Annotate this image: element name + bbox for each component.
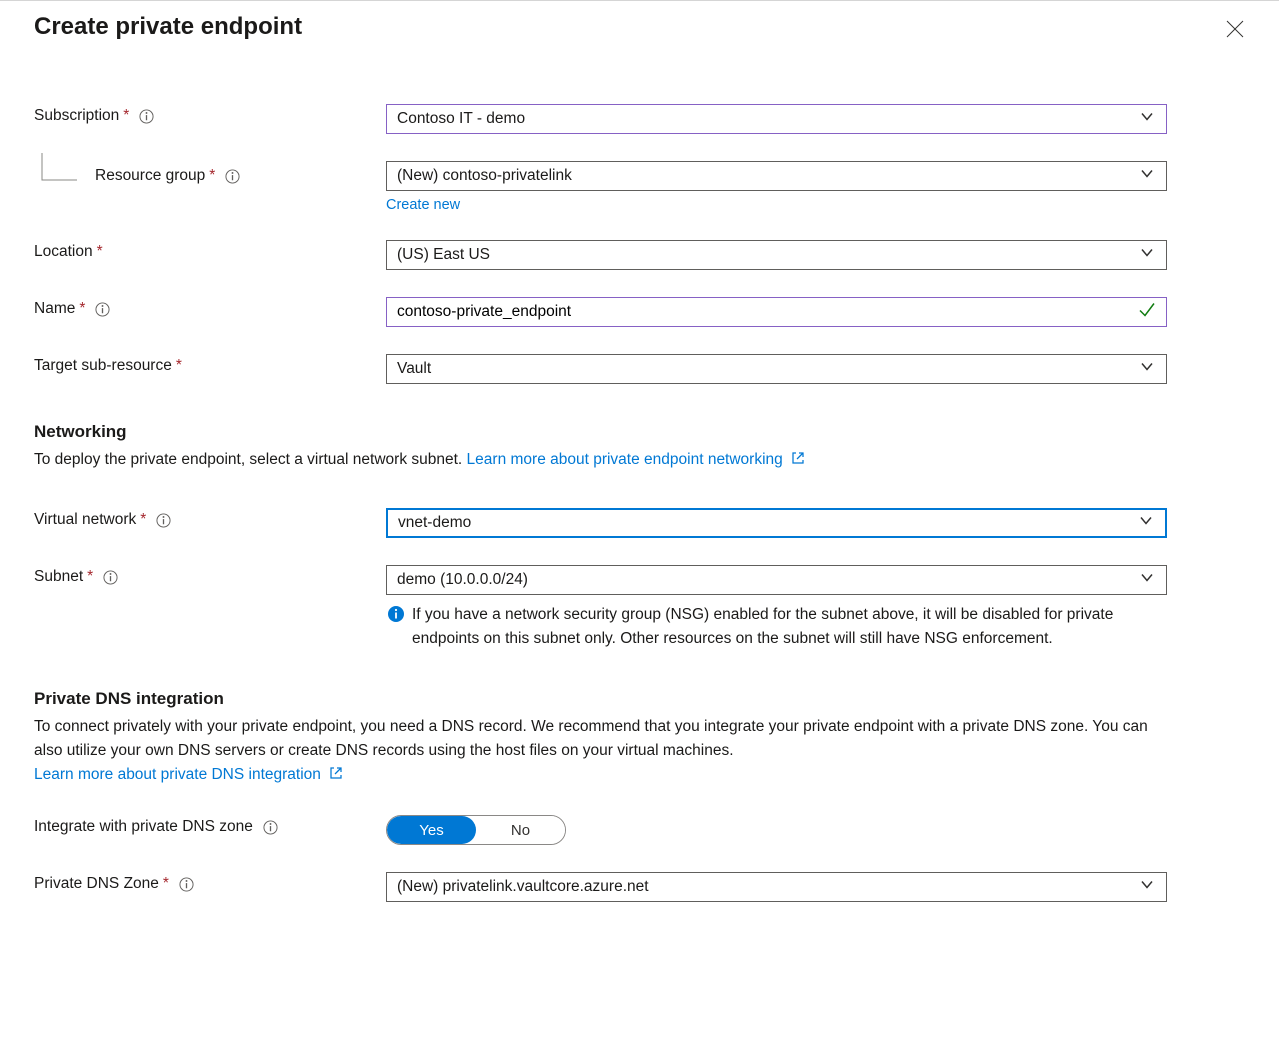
name-field[interactable]: [397, 303, 1156, 321]
info-circle-icon: [386, 606, 406, 651]
close-button[interactable]: [1221, 15, 1249, 43]
info-icon[interactable]: [156, 513, 171, 528]
networking-description: To deploy the private endpoint, select a…: [34, 448, 1279, 472]
name-label: Name: [34, 297, 75, 321]
toggle-yes[interactable]: Yes: [387, 816, 476, 844]
info-icon[interactable]: [225, 169, 240, 184]
subnet-select[interactable]: demo (10.0.0.0/24): [386, 565, 1167, 595]
chevron-down-icon: [1140, 878, 1154, 897]
chevron-down-icon: [1139, 514, 1153, 533]
subnet-label: Subnet: [34, 565, 83, 589]
tree-elbow-icon: [39, 161, 95, 191]
name-input[interactable]: [386, 297, 1167, 327]
virtual-network-select[interactable]: vnet-demo: [386, 508, 1167, 538]
virtual-network-value: vnet-demo: [398, 514, 471, 532]
required-marker: *: [97, 240, 103, 264]
resource-group-value: (New) contoso-privatelink: [397, 167, 572, 185]
external-link-icon: [329, 766, 343, 780]
networking-learn-more-link[interactable]: Learn more about private endpoint networ…: [467, 451, 806, 468]
subscription-value: Contoso IT - demo: [397, 110, 525, 128]
chevron-down-icon: [1140, 360, 1154, 379]
networking-desc-text: To deploy the private endpoint, select a…: [34, 451, 467, 468]
chevron-down-icon: [1140, 167, 1154, 186]
required-marker: *: [176, 354, 182, 378]
resource-group-select[interactable]: (New) contoso-privatelink: [386, 161, 1167, 191]
nsg-info-message: If you have a network security group (NS…: [412, 603, 1167, 651]
info-icon[interactable]: [95, 302, 110, 317]
dns-zone-label: Private DNS Zone: [34, 872, 159, 896]
required-marker: *: [123, 104, 129, 128]
integrate-dns-toggle[interactable]: Yes No: [386, 815, 566, 845]
subnet-value: demo (10.0.0.0/24): [397, 571, 528, 589]
target-sub-resource-select[interactable]: Vault: [386, 354, 1167, 384]
page-title: Create private endpoint: [34, 13, 1229, 41]
required-marker: *: [87, 565, 93, 589]
dns-learn-more-link[interactable]: Learn more about private DNS integration: [34, 766, 343, 783]
dns-heading: Private DNS integration: [34, 689, 1279, 709]
required-marker: *: [140, 508, 146, 532]
virtual-network-label: Virtual network: [34, 508, 136, 532]
location-value: (US) East US: [397, 246, 490, 264]
dns-desc-text: To connect privately with your private e…: [34, 718, 1148, 759]
info-icon[interactable]: [103, 570, 118, 585]
info-icon[interactable]: [179, 877, 194, 892]
location-select[interactable]: (US) East US: [386, 240, 1167, 270]
integrate-dns-label: Integrate with private DNS zone: [34, 815, 253, 839]
close-icon: [1226, 20, 1244, 38]
networking-heading: Networking: [34, 422, 1279, 442]
dns-zone-value: (New) privatelink.vaultcore.azure.net: [397, 878, 649, 896]
chevron-down-icon: [1140, 110, 1154, 129]
resource-group-label: Resource group: [95, 164, 205, 188]
location-label: Location: [34, 240, 93, 264]
subscription-label: Subscription: [34, 104, 119, 128]
chevron-down-icon: [1140, 246, 1154, 265]
info-icon[interactable]: [263, 820, 278, 835]
info-icon[interactable]: [139, 109, 154, 124]
external-link-icon: [791, 451, 805, 465]
required-marker: *: [79, 297, 85, 321]
create-new-link[interactable]: Create new: [386, 197, 1167, 213]
dns-zone-select[interactable]: (New) privatelink.vaultcore.azure.net: [386, 872, 1167, 902]
toggle-no[interactable]: No: [476, 816, 565, 844]
target-sub-resource-label: Target sub-resource: [34, 354, 172, 378]
subscription-select[interactable]: Contoso IT - demo: [386, 104, 1167, 134]
dns-description: To connect privately with your private e…: [34, 715, 1279, 787]
required-marker: *: [209, 164, 215, 188]
target-sub-resource-value: Vault: [397, 360, 431, 378]
checkmark-icon: [1138, 301, 1156, 324]
required-marker: *: [163, 872, 169, 896]
chevron-down-icon: [1140, 571, 1154, 590]
